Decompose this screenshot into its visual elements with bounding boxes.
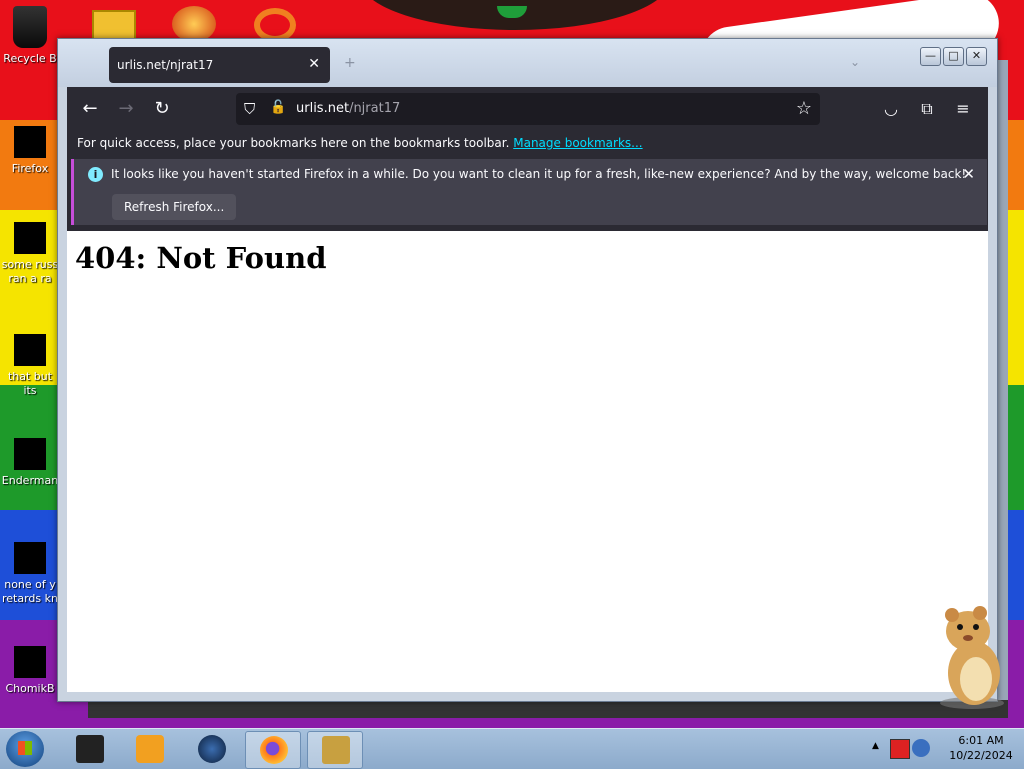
pocket-icon[interactable]: ◡ xyxy=(879,97,903,121)
desktop-icon-label: ChomikB xyxy=(5,682,55,695)
taskbar-item-globe[interactable] xyxy=(184,731,238,767)
window-titlebar[interactable]: urlis.net/njrat17 ✕ + ⌄ — □ ✕ xyxy=(58,39,997,87)
taskbar-item-explorer[interactable] xyxy=(62,731,116,767)
bookmarks-toolbar-text: For quick access, place your bookmarks h… xyxy=(77,136,643,150)
desktop-icon-label: Recycle B xyxy=(3,52,57,65)
desktop-icon-label: that but its xyxy=(7,370,53,397)
desktop-icon-chomikbox[interactable]: ChomikB xyxy=(0,646,60,696)
taskbar: ▲ 6:01 AM 10/22/2024 xyxy=(0,728,1024,769)
extensions-puzzle-icon[interactable]: ⧉ xyxy=(915,97,939,121)
tracking-protection-shield-icon[interactable]: ⛉ xyxy=(244,100,260,118)
desktop-icon-none-of-y[interactable]: none of y retards kn xyxy=(0,542,60,606)
document-icon xyxy=(14,542,46,574)
media-player-icon xyxy=(136,735,164,763)
bookmarks-hint: For quick access, place your bookmarks h… xyxy=(77,136,510,150)
info-icon: i xyxy=(88,167,103,182)
url-path: /njrat17 xyxy=(349,101,401,116)
chomikbox-icon xyxy=(322,736,350,764)
recycle-bin-icon xyxy=(13,6,47,48)
tab-active[interactable]: urlis.net/njrat17 ✕ xyxy=(109,47,330,83)
close-window-button[interactable]: ✕ xyxy=(966,47,987,66)
document-icon xyxy=(14,222,46,254)
refresh-firefox-notification: i It looks like you haven't started Fire… xyxy=(71,159,987,225)
desktop-icon-label: Enderman xyxy=(1,474,59,487)
notification-message: It looks like you haven't started Firefo… xyxy=(111,167,967,181)
chomikbox-icon xyxy=(14,646,46,678)
windows-logo-icon xyxy=(18,741,32,755)
hamster-mascot[interactable] xyxy=(930,605,1010,710)
globe-icon xyxy=(198,735,226,763)
manage-bookmarks-link[interactable]: Manage bookmarks... xyxy=(513,136,642,150)
desktop-firefox-old-icon[interactable] xyxy=(172,6,216,42)
background-window-bottom xyxy=(88,700,1008,718)
browser-chrome: ← → ↻ ⛉ 🔓 urlis.net/njrat17 ☆ ◡ ⧉ ≡ For … xyxy=(67,87,988,231)
tab-close-icon[interactable]: ✕ xyxy=(308,56,320,72)
taskbar-item-firefox[interactable] xyxy=(245,731,301,769)
desktop-icon-label: some russ ran a ra xyxy=(1,258,59,285)
tray-network-icon[interactable] xyxy=(912,739,930,757)
desktop-icon-enderman[interactable]: Enderman xyxy=(0,438,60,488)
taskbar-item-media-player[interactable] xyxy=(122,731,176,767)
desktop-icon-firefox[interactable]: Firefox xyxy=(0,126,60,176)
bookmark-star-icon[interactable]: ☆ xyxy=(796,98,812,119)
document-icon xyxy=(14,334,46,366)
reload-button[interactable]: ↻ xyxy=(150,97,174,121)
notification-close-icon[interactable]: ✕ xyxy=(962,165,975,183)
refresh-firefox-button[interactable]: Refresh Firefox... xyxy=(112,194,237,220)
page-heading: 404: Not Found xyxy=(75,241,327,275)
bookmarks-toolbar: For quick access, place your bookmarks h… xyxy=(67,131,988,155)
maximize-button[interactable]: □ xyxy=(943,47,964,66)
new-tab-button[interactable]: + xyxy=(344,55,356,71)
desktop-ring-icon[interactable] xyxy=(254,8,296,42)
clock-date: 10/22/2024 xyxy=(949,749,1013,762)
minimize-button[interactable]: — xyxy=(920,47,941,66)
firefox-icon xyxy=(14,126,46,158)
desktop-icon-recycle-bin[interactable]: Recycle B xyxy=(0,6,60,66)
desktop-icon-label: Firefox xyxy=(11,162,49,175)
insecure-lock-icon[interactable]: 🔓 xyxy=(270,100,286,115)
tray-flag-icon[interactable] xyxy=(890,739,910,759)
window-icon xyxy=(14,438,46,470)
start-button[interactable] xyxy=(6,731,44,767)
firefox-icon xyxy=(260,736,288,764)
url-text[interactable]: urlis.net/njrat17 xyxy=(296,101,400,116)
menu-hamburger-icon[interactable]: ≡ xyxy=(951,97,975,121)
tab-title: urlis.net/njrat17 xyxy=(117,58,214,72)
page-content: 404: Not Found xyxy=(67,231,988,692)
url-bar[interactable]: ⛉ 🔓 urlis.net/njrat17 ☆ xyxy=(236,93,820,125)
nav-bar: ← → ↻ ⛉ 🔓 urlis.net/njrat17 ☆ ◡ ⧉ ≡ xyxy=(67,87,988,131)
desktop-icon-that-but-its[interactable]: that but its xyxy=(0,334,60,398)
forward-button[interactable]: → xyxy=(114,97,138,121)
taskbar-item-chomikbox[interactable] xyxy=(307,731,363,769)
clock[interactable]: 6:01 AM 10/22/2024 xyxy=(940,733,1022,763)
firefox-window: urlis.net/njrat17 ✕ + ⌄ — □ ✕ ← → ↻ ⛉ 🔓 … xyxy=(57,38,998,702)
desktop-icon-label: none of y retards kn xyxy=(2,578,58,605)
system-tray: ▲ 6:01 AM 10/22/2024 xyxy=(864,729,1024,769)
url-host: urlis.net xyxy=(296,101,350,116)
desktop-icon-some-russ[interactable]: some russ ran a ra xyxy=(0,222,60,286)
list-all-tabs-icon[interactable]: ⌄ xyxy=(850,55,860,69)
cube-icon xyxy=(76,735,104,763)
tray-overflow-arrow-icon[interactable]: ▲ xyxy=(872,741,879,751)
back-button[interactable]: ← xyxy=(78,97,102,121)
clock-time: 6:01 AM xyxy=(958,734,1004,747)
window-controls: — □ ✕ xyxy=(920,47,987,66)
